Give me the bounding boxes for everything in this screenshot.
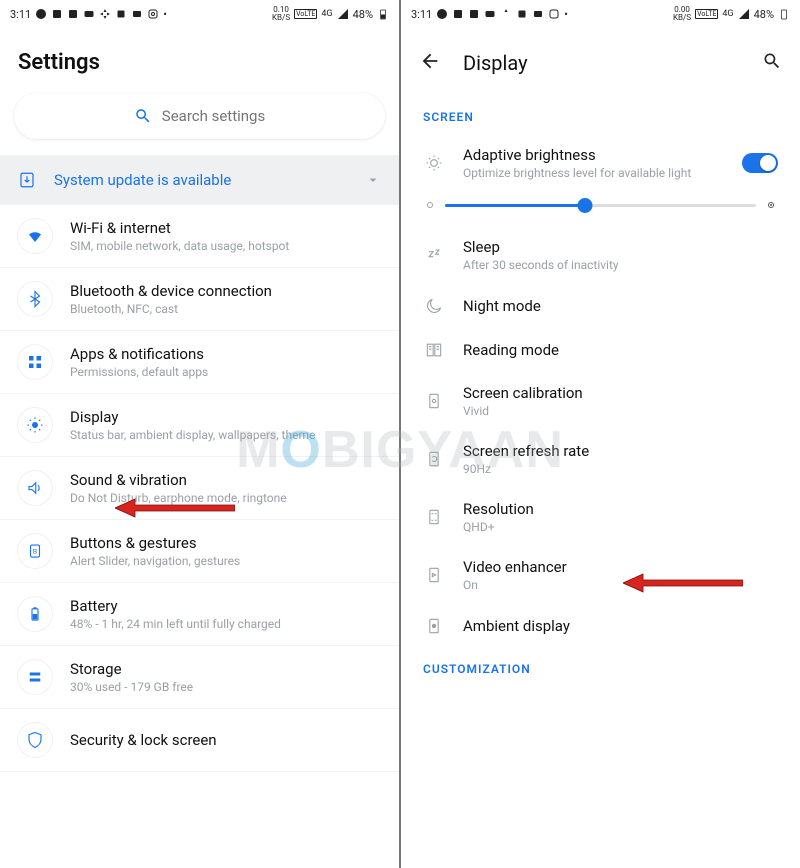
download-icon — [18, 171, 36, 189]
settings-item-battery[interactable]: Battery48% - 1 hr, 24 min left until ful… — [0, 583, 399, 646]
book-icon — [423, 340, 445, 360]
status-bar-right: 3:11 • 0.00KB/S VoLTE 4G 48% — [401, 0, 800, 28]
display-item-night-mode[interactable]: Night mode — [401, 284, 800, 328]
brightness-auto-icon — [423, 153, 445, 173]
settings-item-buttons[interactable]: B Buttons & gesturesAlert Slider, naviga… — [0, 520, 399, 583]
sleep-icon — [423, 245, 445, 265]
spotify-icon — [35, 8, 47, 20]
facebook-icon-2 — [468, 8, 480, 20]
settings-item-storage[interactable]: Storage30% used - 179 GB free — [0, 646, 399, 709]
network-icon — [500, 8, 512, 20]
ambient-icon — [423, 616, 445, 636]
data-rate: 0.00KB/S — [673, 6, 691, 22]
adaptive-brightness-toggle[interactable] — [742, 153, 778, 173]
network-4g: 4G — [722, 9, 733, 19]
slider-thumb[interactable] — [577, 198, 592, 213]
display-item-sleep[interactable]: SleepAfter 30 seconds of inactivity — [401, 226, 800, 284]
settings-item-apps[interactable]: Apps & notificationsPermissions, default… — [0, 331, 399, 394]
video-icon — [423, 565, 445, 585]
wifi-icon — [26, 227, 44, 245]
battery-percent: 48% — [353, 8, 373, 21]
app-icon — [516, 8, 528, 20]
dot-icon: • — [564, 8, 568, 21]
settings-item-display[interactable]: DisplayStatus bar, ambient display, wall… — [0, 394, 399, 457]
search-button[interactable] — [762, 51, 782, 75]
arrow-annotation-refresh-rate — [623, 570, 743, 596]
resolution-icon — [423, 507, 445, 527]
display-item-ambient-display[interactable]: Ambient display — [401, 604, 800, 648]
volte-badge: VoLTE — [695, 9, 718, 19]
page-title: Settings — [0, 28, 399, 93]
search-placeholder: Search settings — [162, 107, 265, 125]
volte-badge: VoLTE — [294, 9, 317, 19]
settings-list: Wi-Fi & internetSIM, mobile network, dat… — [0, 205, 399, 868]
app-icon — [115, 8, 127, 20]
security-icon — [26, 731, 44, 749]
svg-text:B: B — [33, 547, 37, 555]
settings-item-bluetooth[interactable]: Bluetooth & device connectionBluetooth, … — [0, 268, 399, 331]
system-update-banner[interactable]: System update is available — [0, 155, 399, 205]
battery-menu-icon — [26, 605, 44, 623]
moon-icon — [423, 296, 445, 316]
display-item-resolution[interactable]: ResolutionQHD+ — [401, 488, 800, 546]
sound-icon — [26, 479, 44, 497]
msg-icon — [532, 8, 544, 20]
apps-icon — [26, 353, 44, 371]
settings-item-wifi[interactable]: Wi-Fi & internetSIM, mobile network, dat… — [0, 205, 399, 268]
storage-icon — [26, 668, 44, 686]
spotify-icon — [436, 8, 448, 20]
refresh-rate-icon — [423, 449, 445, 469]
facebook-icon — [452, 8, 464, 20]
brightness-min-icon — [427, 202, 433, 208]
facebook-icon — [51, 8, 63, 20]
back-button[interactable] — [419, 50, 441, 76]
signal-icon — [738, 8, 750, 20]
arrow-annotation-display — [115, 495, 235, 521]
brightness-max-icon — [768, 202, 774, 208]
status-time: 3:11 — [10, 8, 31, 21]
facebook-icon-2 — [67, 8, 79, 20]
status-time: 3:11 — [411, 8, 432, 21]
display-pane: 3:11 • 0.00KB/S VoLTE 4G 48% Display SCR… — [401, 0, 800, 868]
display-item-adaptive-brightness[interactable]: Adaptive brightnessOptimize brightness l… — [401, 134, 800, 192]
instagram-icon — [147, 8, 159, 20]
youtube-icon — [83, 8, 95, 20]
settings-item-security[interactable]: Security & lock screen — [0, 709, 399, 772]
brightness-slider[interactable] — [401, 192, 800, 226]
display-item-refresh-rate[interactable]: Screen refresh rate90Hz — [401, 430, 800, 488]
section-customization: CUSTOMIZATION — [401, 648, 800, 682]
instagram-icon — [548, 8, 560, 20]
buttons-icon: B — [26, 542, 44, 560]
battery-icon — [377, 8, 389, 20]
calibration-icon — [423, 391, 445, 411]
section-screen: SCREEN — [401, 94, 800, 134]
msg-icon — [131, 8, 143, 20]
network-icon — [99, 8, 111, 20]
system-update-label: System update is available — [54, 171, 347, 189]
battery-icon — [778, 8, 790, 20]
youtube-icon — [484, 8, 496, 20]
display-item-screen-calibration[interactable]: Screen calibrationVivid — [401, 372, 800, 430]
chevron-down-icon — [365, 172, 381, 188]
status-bar: 3:11 • 0.10KB/S VoLTE 4G 48% — [0, 0, 399, 28]
bluetooth-icon — [26, 290, 44, 308]
signal-icon — [337, 8, 349, 20]
settings-pane: 3:11 • 0.10KB/S VoLTE 4G 48% Settings Se… — [0, 0, 401, 868]
search-icon — [134, 107, 152, 125]
display-title: Display — [463, 51, 740, 75]
battery-percent: 48% — [754, 8, 774, 21]
brightness-icon — [26, 416, 44, 434]
data-rate: 0.10KB/S — [272, 6, 290, 22]
display-item-reading-mode[interactable]: Reading mode — [401, 328, 800, 372]
dot-icon: • — [163, 8, 167, 21]
network-4g: 4G — [321, 9, 332, 19]
search-input[interactable]: Search settings — [14, 93, 385, 139]
